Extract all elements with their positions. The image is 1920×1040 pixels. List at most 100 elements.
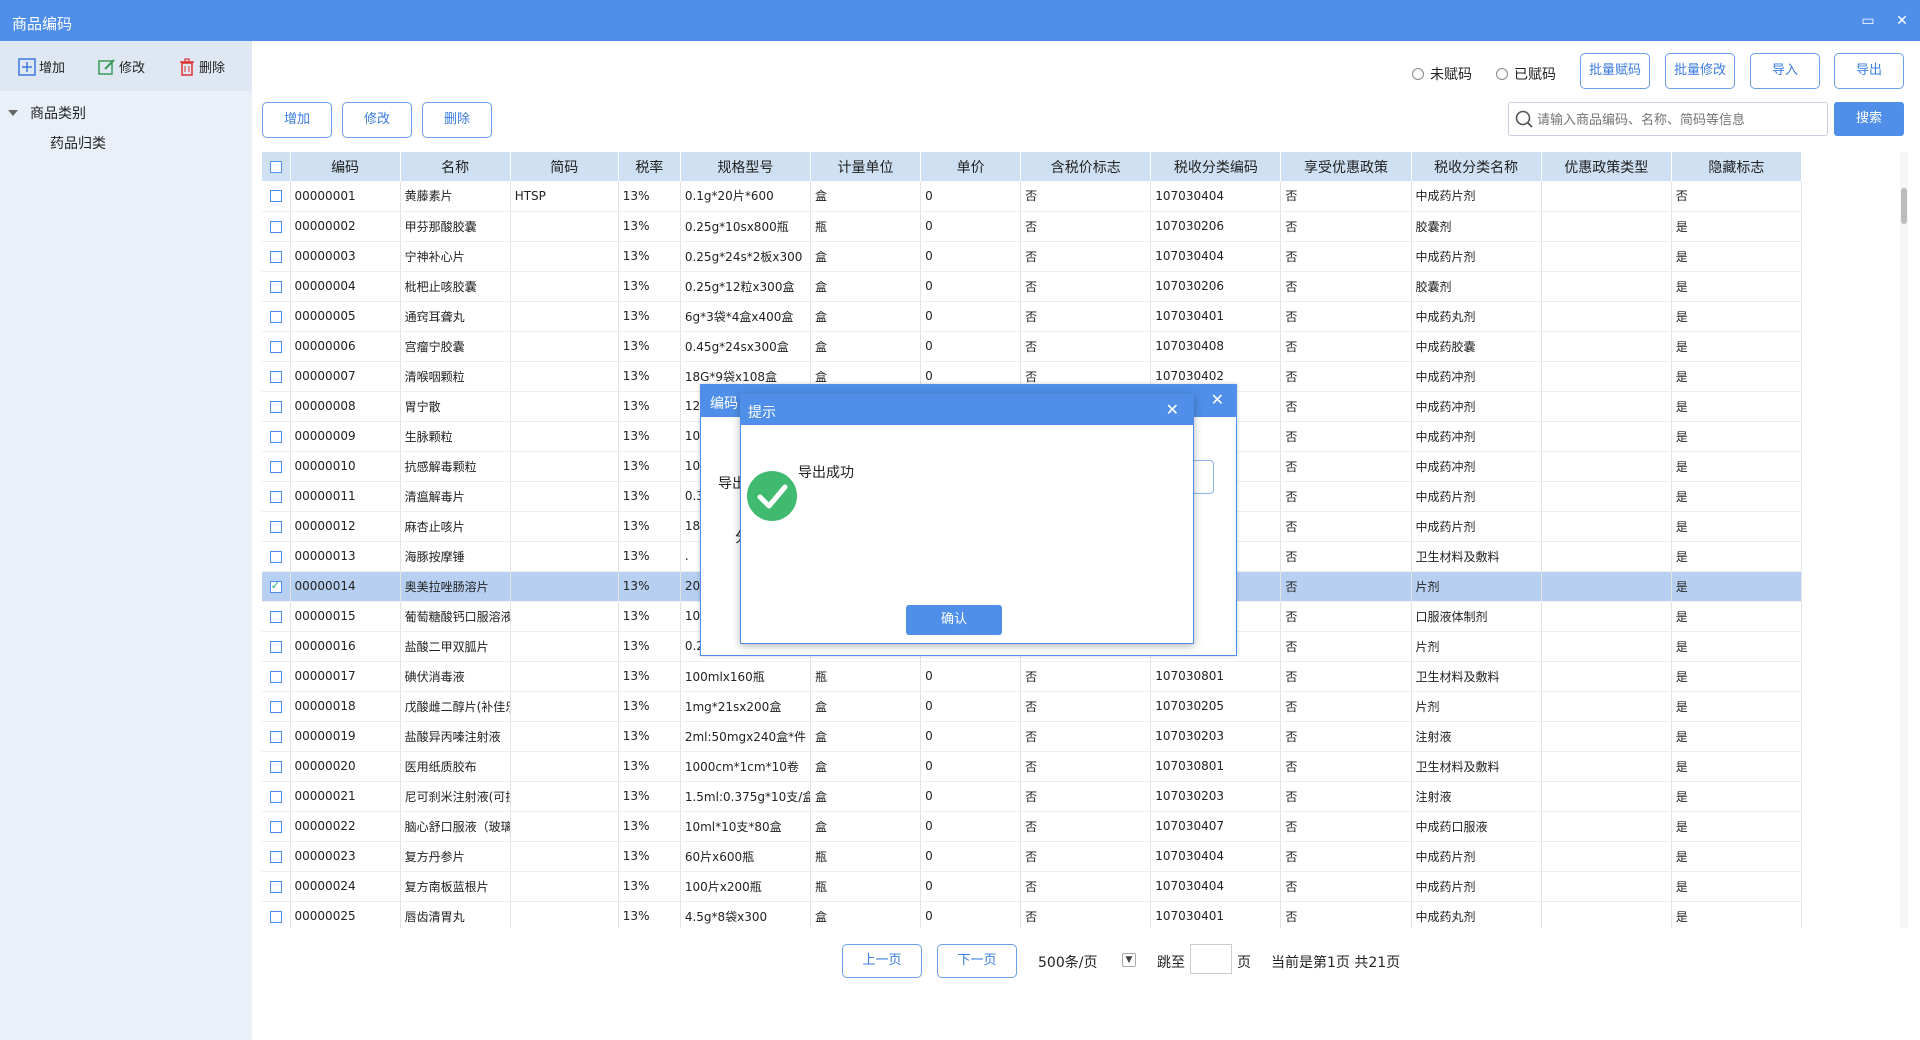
- row-checkbox[interactable]: [262, 721, 291, 752]
- table-row[interactable]: 00000001 黄藤素片 HTSP 13% 0.1g*20片*600 盒 0 否 107030…: [262, 181, 1803, 212]
- table-cell: [510, 241, 619, 272]
- table-row[interactable]: 00000005 通窍耳聋丸 13% 6g*3袋*4盒x400盒盒 0 否 10703040…: [262, 301, 1803, 332]
- row-checkbox[interactable]: [262, 211, 291, 242]
- row-checkbox[interactable]: [262, 181, 291, 212]
- table-cell: 卫生材料及敷料: [1411, 661, 1542, 692]
- table-cell: [1541, 601, 1672, 632]
- page-size-select[interactable]: 500条/页: [1038, 952, 1097, 972]
- row-checkbox[interactable]: [262, 901, 291, 928]
- sidebar-edit-button[interactable]: 修改: [98, 57, 145, 76]
- table-row[interactable]: 00000018 戊酸雌二醇片(补佳乐 13% 1mg*21sx200盒盒 0 否 1070…: [262, 691, 1803, 722]
- table-cell: 0.25g*12粒x300盒: [680, 271, 811, 302]
- table-row[interactable]: 00000002 甲芬那酸胶囊 13% 0.25g*10sx800瓶瓶 0 否 107030…: [262, 211, 1803, 242]
- tree-item-drug-category[interactable]: 药品归类: [50, 133, 106, 153]
- table-cell: [1541, 391, 1672, 422]
- row-checkbox[interactable]: [262, 451, 291, 482]
- table-row[interactable]: 00000020 医用纸质胶布 13% 1000cm*1cm*10卷盒 0 否 107030…: [262, 751, 1803, 782]
- row-checkbox[interactable]: [262, 841, 291, 872]
- row-checkbox[interactable]: [262, 691, 291, 722]
- vertical-scrollbar[interactable]: [1900, 152, 1908, 928]
- table-row[interactable]: 00000025 唇齿清胃丸 13% 4.5g*8袋x300 盒 0 否 107030401 否…: [262, 901, 1803, 928]
- tree-root-item[interactable]: 商品类别: [8, 103, 86, 123]
- row-checkbox[interactable]: [262, 271, 291, 302]
- row-checkbox[interactable]: [262, 391, 291, 422]
- chevron-down-icon[interactable]: ▼: [1122, 953, 1136, 967]
- search-input[interactable]: [1537, 109, 1817, 129]
- table-cell: 清喉咽颗粒: [400, 361, 511, 392]
- column-header[interactable]: 税收分类名称: [1411, 152, 1542, 181]
- table-cell: 中成药片剂: [1411, 481, 1542, 512]
- row-checkbox[interactable]: [262, 871, 291, 902]
- radio-unassigned[interactable]: 未赋码: [1412, 64, 1472, 84]
- batch-assign-button[interactable]: 批量赋码: [1580, 53, 1650, 89]
- row-checkbox[interactable]: [262, 571, 291, 602]
- sidebar-delete-button[interactable]: 删除: [178, 57, 225, 76]
- column-header[interactable]: 享受优惠政策: [1280, 152, 1412, 181]
- row-checkbox[interactable]: [262, 751, 291, 782]
- next-page-button[interactable]: 下一页: [937, 944, 1017, 978]
- column-header[interactable]: 编码: [290, 152, 401, 181]
- select-all-checkbox[interactable]: [262, 152, 291, 181]
- row-checkbox[interactable]: [262, 811, 291, 842]
- column-header[interactable]: 税率: [618, 152, 681, 181]
- table-row[interactable]: 00000024 复方南板蓝根片 13% 100片x200瓶瓶 0 否 107030404 否…: [262, 871, 1803, 902]
- table-cell: 盒: [810, 721, 922, 752]
- row-checkbox[interactable]: [262, 661, 291, 692]
- column-header[interactable]: 名称: [400, 152, 511, 181]
- column-header[interactable]: 优惠政策类型: [1541, 152, 1672, 181]
- close-icon[interactable]: ✕: [1892, 11, 1912, 31]
- table-cell: 0: [920, 181, 1022, 212]
- row-checkbox[interactable]: [262, 781, 291, 812]
- table-row[interactable]: 00000006 宫瘤宁胶囊 13% 0.45g*24sx300盒盒 0 否 1070304…: [262, 331, 1803, 362]
- delete-button[interactable]: 删除: [422, 102, 492, 138]
- column-header[interactable]: 简码: [510, 152, 619, 181]
- row-checkbox[interactable]: [262, 301, 291, 332]
- window-titlebar: 商品编码 ▭ ✕: [0, 0, 1920, 41]
- table-row[interactable]: 00000021 尼可刹米注射液(可拉 13% 1.5ml:0.375g*10支/盒盒…: [262, 781, 1803, 812]
- prev-page-button[interactable]: 上一页: [842, 944, 922, 978]
- row-checkbox[interactable]: [262, 481, 291, 512]
- search-button[interactable]: 搜索: [1834, 102, 1904, 136]
- column-header[interactable]: 单价: [920, 152, 1022, 181]
- row-checkbox[interactable]: [262, 361, 291, 392]
- alert-dialog-title: 提示: [748, 405, 776, 421]
- sidebar-add-button[interactable]: 增加: [18, 57, 65, 76]
- column-header[interactable]: 含税价标志: [1020, 152, 1152, 181]
- import-button[interactable]: 导入: [1750, 53, 1820, 89]
- radio-assigned[interactable]: 已赋码: [1496, 64, 1556, 84]
- add-button[interactable]: 增加: [262, 102, 332, 138]
- row-checkbox[interactable]: [262, 601, 291, 632]
- table-row[interactable]: 00000004 枇杷止咳胶囊 13% 0.25g*12粒x300盒盒 0 否 107030…: [262, 271, 1803, 302]
- table-cell: 否: [1280, 631, 1412, 662]
- table-row[interactable]: 00000019 盐酸异丙嗪注射液 13% 2ml:50mgx240盒*件盒 0 否 107…: [262, 721, 1803, 752]
- table-row[interactable]: 00000023 复方丹参片 13% 60片x600瓶瓶 0 否 107030404 否中成药…: [262, 841, 1803, 872]
- table-cell: 是: [1671, 301, 1803, 332]
- table-cell: 尼可刹米注射液(可拉: [400, 781, 511, 812]
- column-header[interactable]: 规格型号: [680, 152, 811, 181]
- table-cell: 13%: [618, 541, 681, 572]
- expand-caret-icon[interactable]: [8, 110, 18, 116]
- row-checkbox[interactable]: [262, 331, 291, 362]
- minimize-icon[interactable]: ▭: [1858, 11, 1878, 31]
- batch-edit-button[interactable]: 批量修改: [1665, 53, 1735, 89]
- row-checkbox[interactable]: [262, 541, 291, 572]
- close-icon[interactable]: ✕: [1211, 390, 1224, 409]
- radio-circle-icon: [1412, 68, 1424, 80]
- row-checkbox[interactable]: [262, 511, 291, 542]
- table-cell: 100片x200瓶: [680, 871, 811, 902]
- table-row[interactable]: 00000003 宁神补心片 13% 0.25g*24s*2板x300 盒 0 否 10703…: [262, 241, 1803, 272]
- column-header[interactable]: 税收分类编码: [1150, 152, 1282, 181]
- column-header[interactable]: 计量单位: [810, 152, 922, 181]
- table-row[interactable]: 00000022 脑心舒口服液（玻璃 13% 10ml*10支*80盒盒 0 否 10703…: [262, 811, 1803, 842]
- column-header[interactable]: 隐藏标志: [1671, 152, 1803, 181]
- table-row[interactable]: 00000017 碘伏消毒液 13% 100mlx160瓶瓶 0 否 107030801 否卫…: [262, 661, 1803, 692]
- confirm-button[interactable]: 确认: [906, 605, 1002, 635]
- close-icon[interactable]: ✕: [1166, 400, 1179, 419]
- row-checkbox[interactable]: [262, 631, 291, 662]
- row-checkbox[interactable]: [262, 421, 291, 452]
- export-button[interactable]: 导出: [1834, 53, 1904, 89]
- page-number-input[interactable]: [1190, 944, 1232, 974]
- row-checkbox[interactable]: [262, 241, 291, 272]
- edit-button[interactable]: 修改: [342, 102, 412, 138]
- scrollbar-thumb[interactable]: [1901, 188, 1907, 224]
